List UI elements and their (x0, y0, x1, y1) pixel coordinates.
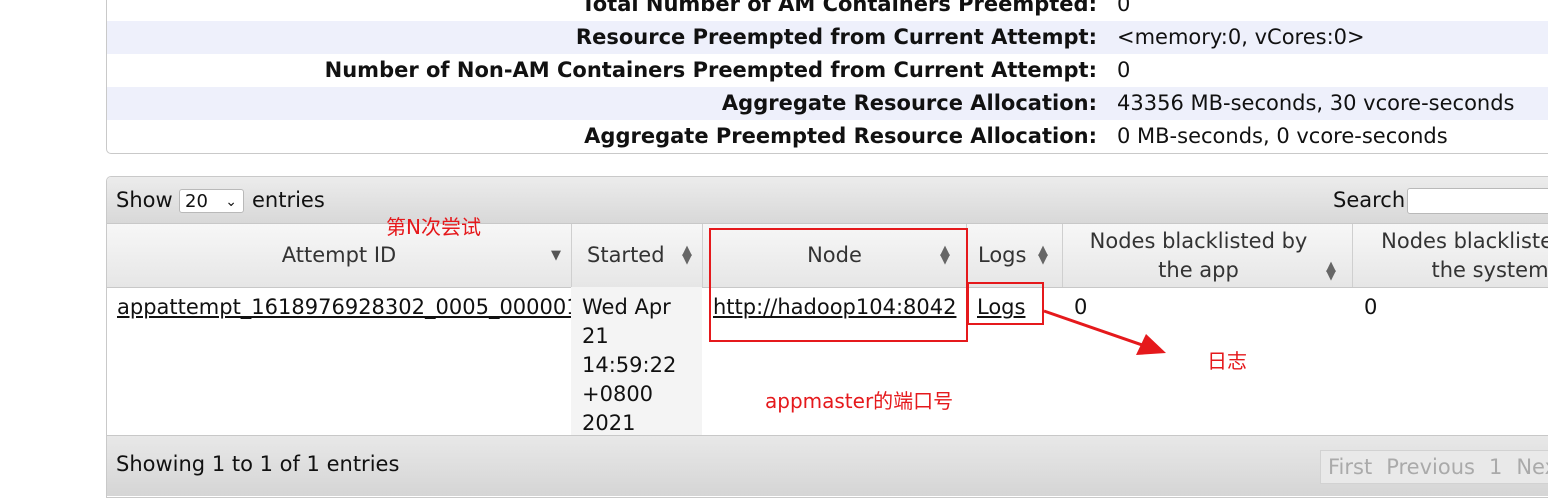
arrow-icon (1043, 309, 1166, 355)
